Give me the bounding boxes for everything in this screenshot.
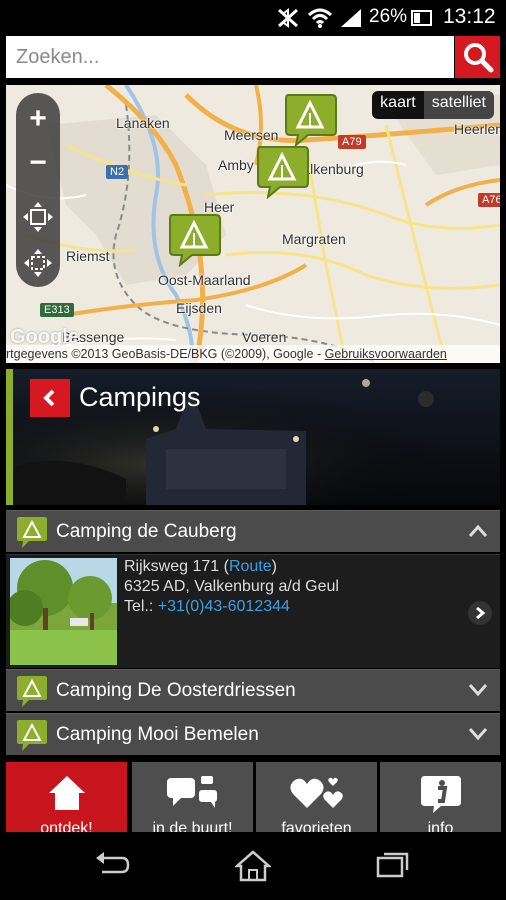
map-label-riemst: Riemst — [66, 248, 110, 264]
tab-label: info — [427, 820, 454, 832]
camping-name: Camping Mooi Bemelen — [56, 724, 259, 745]
attribution-text: rtgegevens ©2013 GeoBasis-DE/BKG (©2009)… — [6, 347, 325, 361]
address-line: Rijksweg 171 ( — [124, 558, 229, 575]
map-zoom-controls: + − — [16, 93, 60, 287]
recent-apps-nav-icon[interactable] — [376, 850, 410, 880]
chevron-down-icon[interactable] — [468, 726, 488, 742]
camping-pin-2[interactable] — [254, 143, 310, 199]
list-item-camping-mooi-bemelen[interactable]: Camping Mooi Bemelen — [6, 713, 500, 755]
map-type-kaart[interactable]: kaart — [372, 91, 424, 119]
chevron-right-icon — [476, 606, 486, 620]
back-nav-icon[interactable] — [94, 850, 130, 880]
wifi-icon — [307, 8, 333, 28]
nfc-icon — [278, 8, 298, 28]
search-input[interactable] — [6, 36, 454, 78]
search-icon — [463, 43, 493, 73]
bottom-tab-bar: ontdek! in de buurt! favorieten info — [0, 762, 506, 832]
road-shield-a76: A76 — [478, 193, 500, 207]
map-label-eijsden: Eijsden — [176, 300, 222, 316]
camping-tent-icon — [17, 720, 47, 751]
zoom-out-button[interactable]: − — [16, 141, 60, 185]
search-button[interactable] — [455, 36, 500, 78]
chevron-down-icon[interactable] — [468, 682, 488, 698]
pan-button[interactable] — [16, 195, 60, 239]
map-view[interactable]: Lanaken Meersen Amby Valkenburg Heerlen … — [6, 85, 500, 363]
camping-pin-3[interactable] — [166, 211, 222, 267]
camping-detail-panel: Rijksweg 171 (Route) 6325 AD, Valkenburg… — [6, 554, 500, 668]
chevron-up-icon[interactable] — [468, 523, 488, 539]
home-icon — [48, 776, 85, 810]
list-item-camping-de-cauberg[interactable]: Camping de Cauberg — [6, 510, 500, 552]
tab-label: in de buurt! — [152, 820, 233, 832]
tab-info[interactable]: info — [380, 762, 501, 832]
battery-icon — [411, 10, 432, 26]
search-bar — [0, 34, 506, 82]
road-shield-n2: N2 — [106, 165, 129, 179]
map-type-toggle: kaart satelliet — [372, 91, 494, 119]
map-type-satelliet[interactable]: satelliet — [423, 91, 494, 119]
fit-bounds-button[interactable] — [16, 241, 60, 285]
camping-name: Camping De Oosterdriessen — [56, 680, 296, 701]
system-navigation-bar — [0, 832, 506, 900]
tel-label: Tel.: — [124, 598, 158, 615]
campings-header: Campings — [6, 369, 500, 505]
header-accent-bar — [6, 369, 13, 505]
road-shield-e313: E313 — [40, 303, 74, 317]
camping-tent-icon — [17, 676, 47, 707]
camping-address: Rijksweg 171 (Route) 6325 AD, Valkenburg… — [124, 558, 339, 615]
map-label-voeren: Voeren — [242, 329, 287, 345]
detail-open-button[interactable] — [468, 601, 492, 625]
status-bar: 26% 13:12 — [0, 0, 506, 34]
page-title: Campings — [79, 382, 201, 412]
map-attribution: rtgegevens ©2013 GeoBasis-DE/BKG (©2009)… — [6, 345, 500, 363]
zoom-in-button[interactable]: + — [16, 97, 60, 141]
hearts-icon — [289, 777, 343, 808]
chevron-left-icon — [43, 389, 55, 407]
phone-link[interactable]: +31(0)43-6012344 — [158, 598, 290, 615]
list-item-camping-de-oosterdriessen[interactable]: Camping De Oosterdriessen — [6, 669, 500, 711]
tab-ontdek[interactable]: ontdek! — [6, 762, 127, 832]
clock: 13:12 — [443, 5, 496, 28]
route-link[interactable]: Route — [229, 558, 272, 575]
camping-tent-icon — [17, 517, 47, 548]
map-label-oost-maarland: Oost-Maarland — [158, 272, 251, 288]
map-label-heerlen: Heerlen — [454, 121, 500, 137]
battery-percent: 26% — [369, 6, 408, 27]
camping-pin-1[interactable] — [282, 91, 338, 147]
map-label-margraten: Margraten — [282, 231, 346, 247]
chat-bubbles-icon — [166, 776, 217, 808]
signal-icon — [341, 9, 361, 27]
info-icon — [420, 776, 461, 813]
map-label-amby: Amby — [218, 157, 254, 173]
pan-icon — [23, 202, 53, 232]
tab-in-de-buurt[interactable]: in de buurt! — [132, 762, 253, 832]
fullscreen-icon — [24, 249, 52, 277]
tab-label: favorieten — [281, 820, 352, 832]
camping-photo — [10, 558, 117, 665]
tab-favorieten[interactable]: favorieten — [256, 762, 377, 832]
camping-name: Camping de Cauberg — [56, 521, 237, 542]
city-line: 6325 AD, Valkenburg a/d Geul — [124, 578, 339, 595]
home-nav-icon[interactable] — [235, 850, 271, 882]
tab-label: ontdek! — [40, 820, 93, 832]
map-label-lanaken: Lanaken — [116, 115, 170, 131]
back-button[interactable] — [30, 379, 70, 417]
road-shield-a79: A79 — [338, 135, 366, 149]
terms-link[interactable]: Gebruiksvoorwaarden — [325, 347, 447, 361]
map-label-meersen: Meersen — [224, 127, 279, 143]
